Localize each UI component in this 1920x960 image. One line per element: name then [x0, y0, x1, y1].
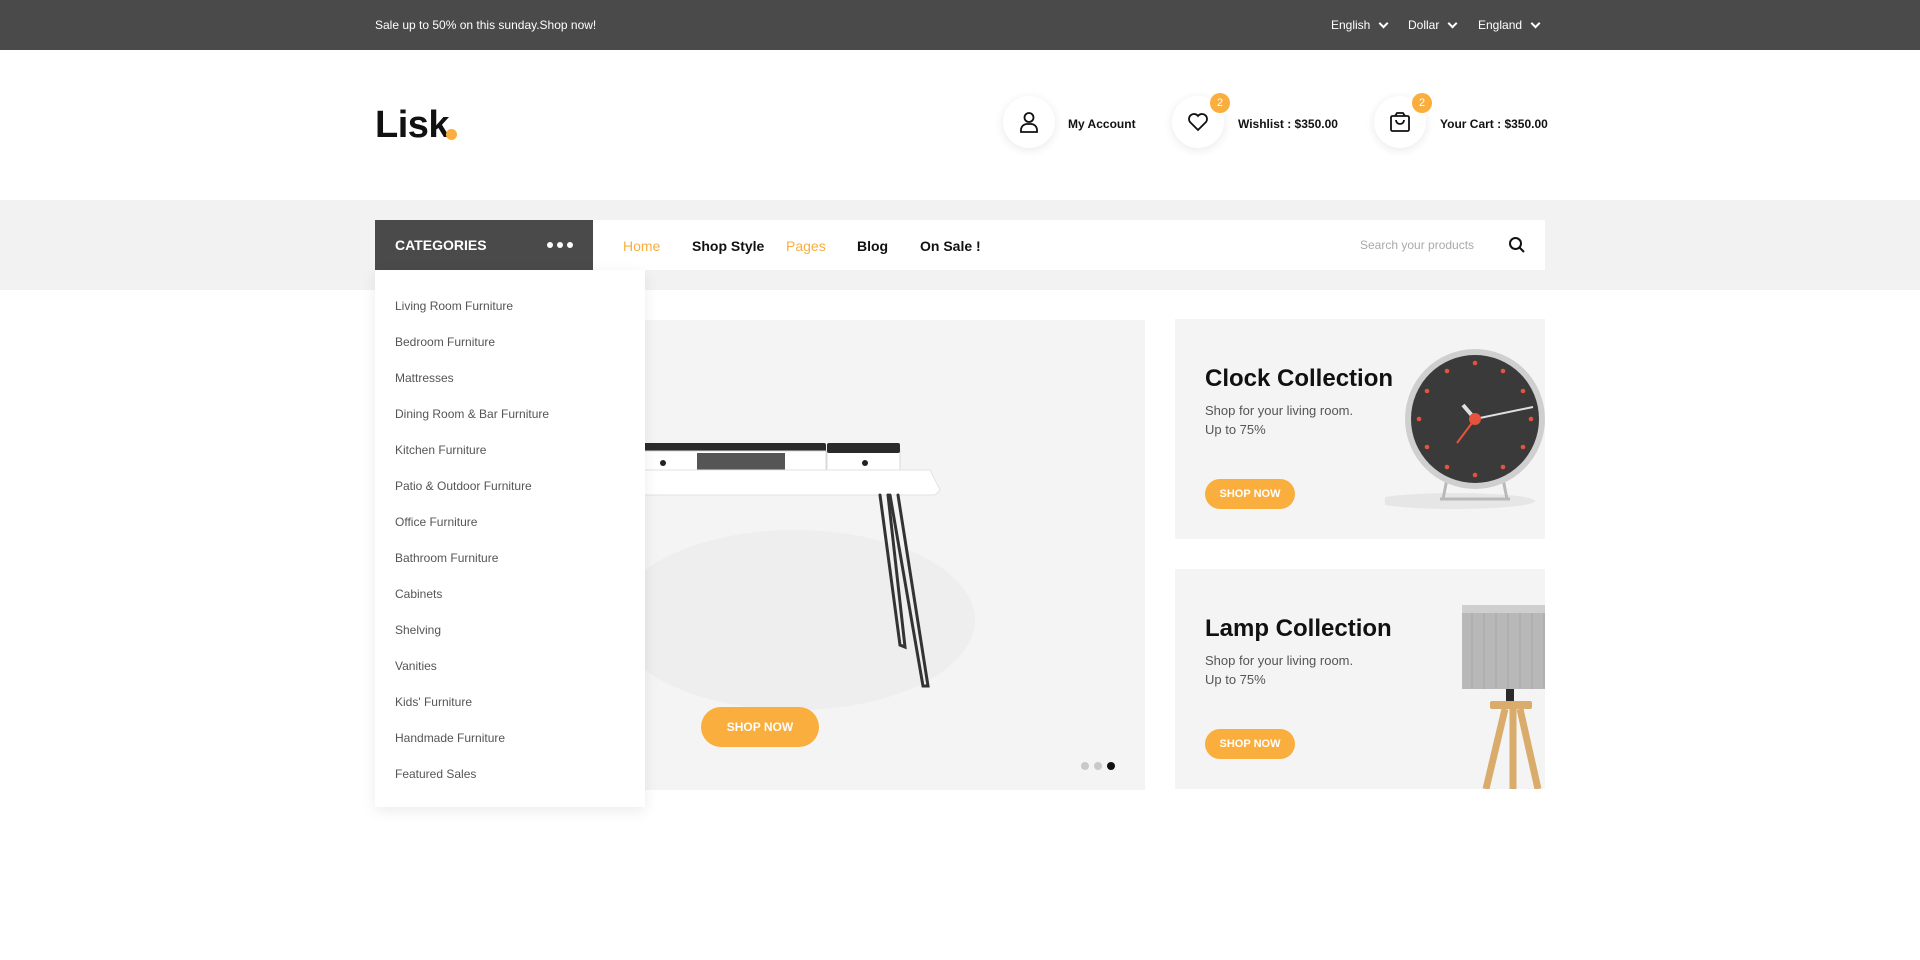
slider-dot-3[interactable] — [1107, 762, 1115, 770]
category-item[interactable]: Vanities — [375, 648, 645, 684]
clock-banner: Clock Collection Shop for your living ro… — [1175, 319, 1545, 539]
category-item[interactable]: Kids' Furniture — [375, 684, 645, 720]
cart-count-badge: 2 — [1412, 93, 1432, 113]
logo-dot — [446, 129, 457, 140]
category-item[interactable]: Office Furniture — [375, 504, 645, 540]
account-button[interactable] — [1003, 96, 1055, 148]
hero-shop-now-button[interactable]: SHOP NOW — [701, 707, 819, 747]
chevron-down-icon — [1530, 18, 1541, 28]
promo-text: Sale up to 50% on this sunday.Shop now! — [375, 18, 597, 32]
nav-link-pages[interactable]: Pages — [786, 238, 826, 254]
banner-title: Lamp Collection — [1205, 615, 1392, 642]
banner-subtitle: Shop for your living room. Up to 75% — [1205, 651, 1405, 689]
clock-shop-now-button[interactable]: SHOP NOW — [1205, 479, 1295, 509]
category-item[interactable]: Featured Sales — [375, 756, 645, 792]
top-bar: Sale up to 50% on this sunday.Shop now! … — [0, 0, 1920, 50]
chevron-down-icon — [1378, 18, 1389, 28]
chevron-down-icon — [1447, 18, 1458, 28]
category-item[interactable]: Cabinets — [375, 576, 645, 612]
category-item[interactable]: Patio & Outdoor Furniture — [375, 468, 645, 504]
lamp-image — [1462, 605, 1545, 789]
banner-discount-line: Up to 75% — [1205, 422, 1266, 437]
slider-dot-2[interactable] — [1094, 762, 1102, 770]
category-item[interactable]: Living Room Furniture — [375, 288, 645, 324]
wishlist-label[interactable]: Wishlist : $350.00 — [1238, 117, 1338, 131]
user-icon — [1020, 112, 1038, 133]
category-item[interactable]: Kitchen Furniture — [375, 432, 645, 468]
nav-link-on-sale[interactable]: On Sale ! — [920, 238, 981, 254]
category-item[interactable]: Mattresses — [375, 360, 645, 396]
site-logo[interactable]: Lisk — [375, 104, 450, 147]
categories-label: CATEGORIES — [395, 237, 487, 253]
language-selector[interactable]: English — [1331, 18, 1389, 32]
nav-link-blog[interactable]: Blog — [857, 238, 888, 254]
clock-image — [1385, 349, 1545, 509]
category-item[interactable]: Shelving — [375, 612, 645, 648]
slider-dot-1[interactable] — [1081, 762, 1089, 770]
language-label: English — [1331, 18, 1371, 32]
wishlist-button[interactable]: 2 — [1172, 93, 1230, 148]
category-item[interactable]: Dining Room & Bar Furniture — [375, 396, 645, 432]
banner-subtitle-line: Shop for your living room. — [1205, 653, 1354, 668]
nav-link-home[interactable]: Home — [623, 238, 660, 254]
search-input[interactable] — [1360, 232, 1510, 258]
country-label: England — [1478, 18, 1523, 32]
shopping-bag-icon — [1390, 112, 1410, 132]
category-item[interactable]: Bedroom Furniture — [375, 324, 645, 360]
banner-discount-line: Up to 75% — [1205, 672, 1266, 687]
lamp-shop-now-button[interactable]: SHOP NOW — [1205, 729, 1295, 759]
heart-icon — [1188, 113, 1208, 132]
cart-button[interactable]: 2 — [1374, 93, 1432, 148]
banner-subtitle: Shop for your living room. Up to 75% — [1205, 401, 1405, 439]
category-item[interactable]: Handmade Furniture — [375, 720, 645, 756]
cart-label[interactable]: Your Cart : $350.00 — [1440, 117, 1548, 131]
country-selector[interactable]: England — [1478, 18, 1541, 32]
currency-label: Dollar — [1408, 18, 1440, 32]
categories-button[interactable]: CATEGORIES — [375, 220, 593, 270]
account-label[interactable]: My Account — [1068, 117, 1136, 131]
category-item[interactable]: Bathroom Furniture — [375, 540, 645, 576]
nav-link-shop-style[interactable]: Shop Style — [692, 238, 764, 254]
wishlist-count-badge: 2 — [1210, 93, 1230, 113]
categories-dropdown: Living Room Furniture Bedroom Furniture Ma… — [375, 270, 645, 807]
categories-list: Living Room Furniture Bedroom Furniture Ma… — [375, 270, 645, 792]
more-dots-icon — [547, 242, 573, 248]
lamp-banner: Lamp Collection Shop for your living roo… — [1175, 569, 1545, 789]
currency-selector[interactable]: Dollar — [1408, 18, 1458, 32]
banner-title: Clock Collection — [1205, 365, 1394, 392]
search-icon[interactable] — [1508, 236, 1526, 254]
banner-subtitle-line: Shop for your living room. — [1205, 403, 1354, 418]
